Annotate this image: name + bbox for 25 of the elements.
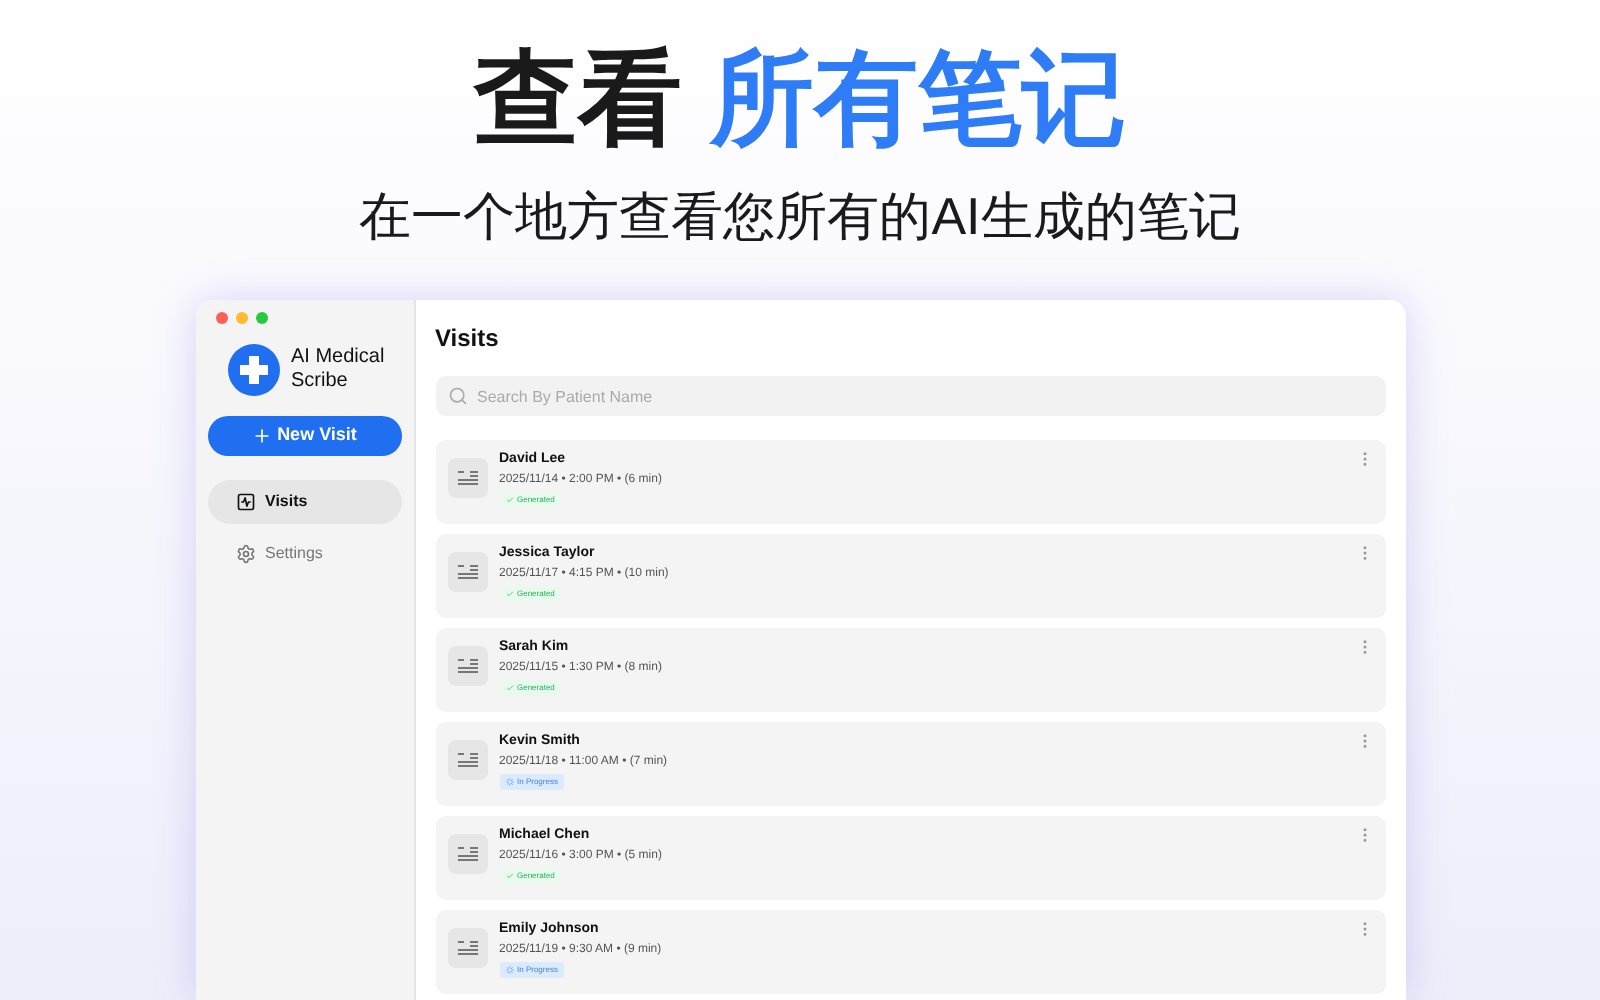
check-icon (505, 496, 513, 504)
page-title: Visits (435, 324, 501, 352)
medical-cross-logo-icon (227, 344, 279, 396)
note-icon (447, 552, 487, 592)
headline-text: 查看 (474, 40, 682, 162)
search-field[interactable]: Search By Patient Name (435, 376, 1385, 416)
new-visit-button[interactable]: New Visit (207, 416, 401, 456)
app-name: Scribe (291, 370, 350, 394)
sidebar-item[interactable]: Visits (207, 480, 401, 524)
plus-icon (251, 426, 272, 446)
headline-highlight: 所有笔记 (710, 40, 1126, 162)
check-icon (505, 872, 513, 880)
note-icon (447, 740, 487, 780)
check-icon (505, 590, 513, 598)
check-icon (505, 684, 513, 692)
search-icon (447, 386, 467, 406)
activity-icon (235, 492, 255, 512)
settings-icon (235, 544, 255, 564)
subtitle: 在一个地方查看您所有的AI生成的笔记 (359, 184, 1241, 248)
sidebar-item[interactable]: Settings (207, 532, 401, 576)
note-icon (447, 646, 487, 686)
note-icon (447, 834, 487, 874)
note-icon (447, 928, 487, 968)
note-icon (447, 458, 487, 498)
app-name: AI Medical (291, 346, 385, 370)
